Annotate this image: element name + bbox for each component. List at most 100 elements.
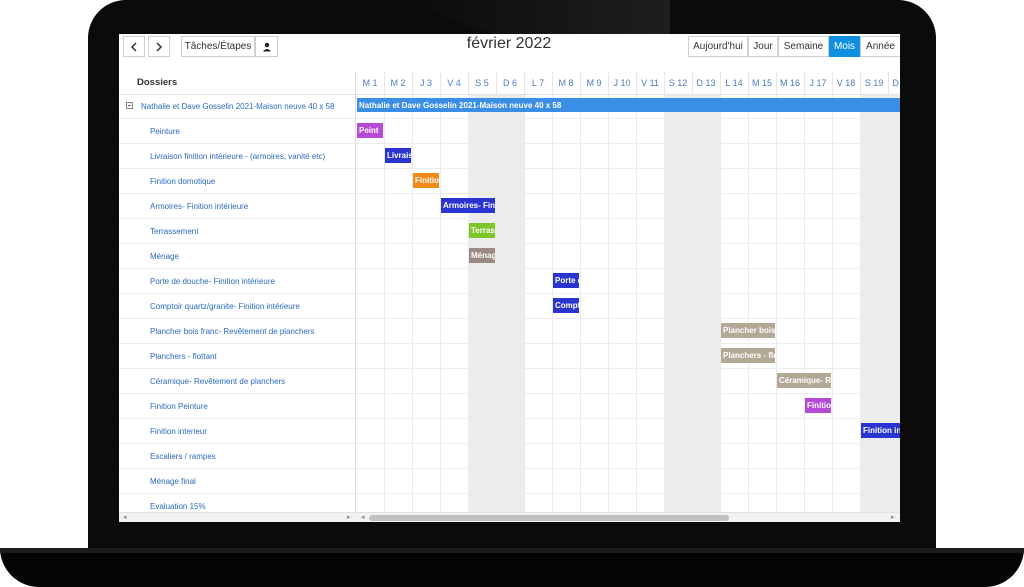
task-bar[interactable]: Armoires- Finit (441, 198, 495, 213)
scroll-left-icon-right-pane[interactable]: ◂ (361, 513, 365, 522)
day-column[interactable] (468, 94, 497, 512)
day-column[interactable] (692, 94, 721, 512)
task-row[interactable]: Plancher bois franc- Revêtement de planc… (119, 319, 355, 344)
scroll-right-icon-left-pane[interactable]: ▸ (347, 513, 351, 522)
day-column[interactable] (776, 94, 805, 512)
row-label-text: Plancher bois franc- Revêtement de planc… (150, 327, 315, 336)
task-row[interactable]: Armoires- Finition intérieure (119, 194, 355, 219)
task-row[interactable]: Escaliers / rampes (119, 444, 355, 469)
day-column[interactable] (720, 94, 749, 512)
task-row[interactable]: Céramique- Revêtement de planchers (119, 369, 355, 394)
day-column[interactable] (496, 94, 525, 512)
task-row[interactable]: Terrassement (119, 219, 355, 244)
day-header: M 16 (776, 72, 805, 95)
task-row[interactable]: Finition Peinture (119, 394, 355, 419)
row-label-text: Peinture (150, 127, 180, 136)
task-row[interactable]: Finition interieur (119, 419, 355, 444)
day-column[interactable] (524, 94, 553, 512)
task-bar[interactable]: Céramique- Re (777, 373, 831, 388)
task-row[interactable]: Ménage final (119, 469, 355, 494)
task-row[interactable]: Comptoir quartz/granite- Finition intéri… (119, 294, 355, 319)
day-header: V 18 (832, 72, 861, 95)
task-row[interactable]: Peinture (119, 119, 355, 144)
row-divider (356, 193, 900, 194)
day-column[interactable] (580, 94, 609, 512)
day-header: S 5 (468, 72, 497, 95)
task-row[interactable]: Livraison finition intérieure - (armoire… (119, 144, 355, 169)
row-divider (356, 443, 900, 444)
today-button[interactable]: Aujourd'hui (688, 36, 748, 57)
row-divider (356, 393, 900, 394)
task-bar[interactable]: Ménag (469, 248, 495, 263)
scroll-right-icon[interactable]: ▸ (891, 513, 895, 522)
year-view-button[interactable]: Année (860, 36, 900, 57)
row-divider (356, 118, 900, 119)
day-header: J 10 (608, 72, 637, 95)
task-row[interactable]: Planchers - flottant (119, 344, 355, 369)
task-row[interactable]: Evaluation 15% (119, 494, 355, 512)
task-row[interactable]: Finition domotique (119, 169, 355, 194)
row-divider (356, 418, 900, 419)
week-view-button[interactable]: Semaine (778, 36, 829, 57)
user-filter-button[interactable] (255, 36, 278, 57)
day-header: M 8 (552, 72, 581, 95)
timeline[interactable]: M 1M 2J 3V 4S 5D 6L 7M 8M 9J 10 V 11 S 12 D… (356, 72, 900, 512)
scroll-left-icon[interactable]: ◂ (123, 513, 127, 522)
day-column[interactable] (412, 94, 441, 512)
day-header: J 17 (804, 72, 833, 95)
row-divider (356, 143, 900, 144)
day-header: M 15 (748, 72, 777, 95)
day-column[interactable] (888, 94, 900, 512)
tasks-steps-label: Tâches/Étapes (184, 41, 252, 52)
day-column[interactable] (636, 94, 665, 512)
task-bar[interactable]: Plancher bois f (721, 323, 775, 338)
user-icon (262, 42, 271, 51)
next-button[interactable] (148, 36, 170, 57)
day-column[interactable] (608, 94, 637, 512)
day-header: D 20 (888, 72, 900, 95)
task-bar[interactable]: Terrass (469, 223, 495, 238)
row-label-text: Nathalie et Dave Gosselin 2021-Maison ne… (141, 102, 335, 111)
minus-box-icon[interactable] (126, 102, 133, 109)
task-bar[interactable]: Finition int (861, 423, 900, 438)
day-header: D 6 (496, 72, 525, 95)
task-bar[interactable]: Porte d (553, 273, 579, 288)
day-column[interactable] (832, 94, 861, 512)
tasks-sidebar: Dossiers Nathalie et Dave Gosselin 2021-… (119, 72, 356, 512)
toolbar: Tâches/Étapes février 2022 Aujourd'hui J… (119, 34, 900, 59)
task-row[interactable]: Ménage (119, 244, 355, 269)
laptop-base (0, 548, 1024, 587)
prev-button[interactable] (123, 36, 145, 57)
sidebar-header: Dossiers (119, 72, 355, 95)
day-column[interactable] (748, 94, 777, 512)
month-view-button[interactable]: Mois (829, 36, 860, 57)
tasks-steps-button[interactable]: Tâches/Étapes (181, 36, 255, 57)
scrollbar-thumb[interactable] (369, 515, 729, 521)
day-header: J 3 (412, 72, 441, 95)
task-bar[interactable]: Livrais (385, 148, 411, 163)
task-bar[interactable]: Peint (357, 123, 383, 138)
day-column[interactable] (440, 94, 469, 512)
task-bar[interactable]: Finition (413, 173, 439, 188)
day-column[interactable] (664, 94, 693, 512)
day-column[interactable] (804, 94, 833, 512)
day-header: M 2 (384, 72, 413, 95)
day-column[interactable] (860, 94, 889, 512)
day-header: L 14 (720, 72, 749, 95)
row-label-text: Escaliers / rampes (150, 452, 216, 461)
task-bar[interactable]: Compt (553, 298, 579, 313)
day-view-button[interactable]: Jour (748, 36, 778, 57)
task-bar[interactable]: Finition (805, 398, 831, 413)
row-divider (356, 343, 900, 344)
project-row[interactable]: Nathalie et Dave Gosselin 2021-Maison ne… (119, 94, 355, 119)
task-row[interactable]: Porte de douche- Finition intérieure (119, 269, 355, 294)
day-header: S 12 (664, 72, 693, 95)
row-label-text: Ménage (150, 252, 179, 261)
row-label-text: Ménage final (150, 477, 196, 486)
task-bar[interactable]: Planchers - flo (721, 348, 775, 363)
project-bar[interactable]: Nathalie et Dave Gosselin 2021-Maison ne… (357, 98, 900, 112)
horizontal-scrollbar[interactable]: ◂ ▸ ◂ ▸ (119, 512, 900, 522)
day-column[interactable] (356, 94, 385, 512)
chevron-left-icon (130, 41, 137, 52)
day-header: L 7 (524, 72, 553, 95)
